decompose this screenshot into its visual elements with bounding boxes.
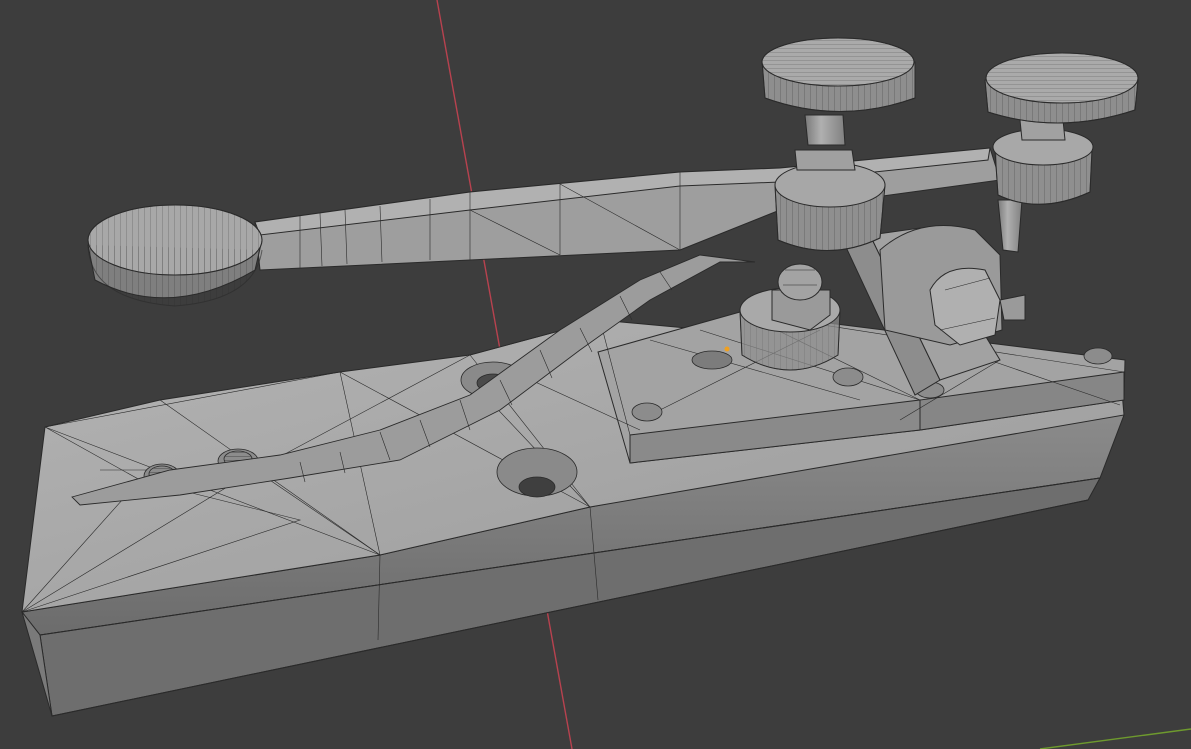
contact-post (739, 263, 841, 371)
object-origin-dot (724, 346, 730, 352)
paddle-knob[interactable] (87, 204, 263, 307)
x-axis-line (1039, 728, 1191, 749)
right-adjust-screw[interactable] (984, 52, 1139, 321)
3d-viewport[interactable] (0, 0, 1191, 749)
viewport-canvas[interactable] (0, 0, 1191, 749)
left-adjust-screw[interactable] (761, 37, 916, 251)
